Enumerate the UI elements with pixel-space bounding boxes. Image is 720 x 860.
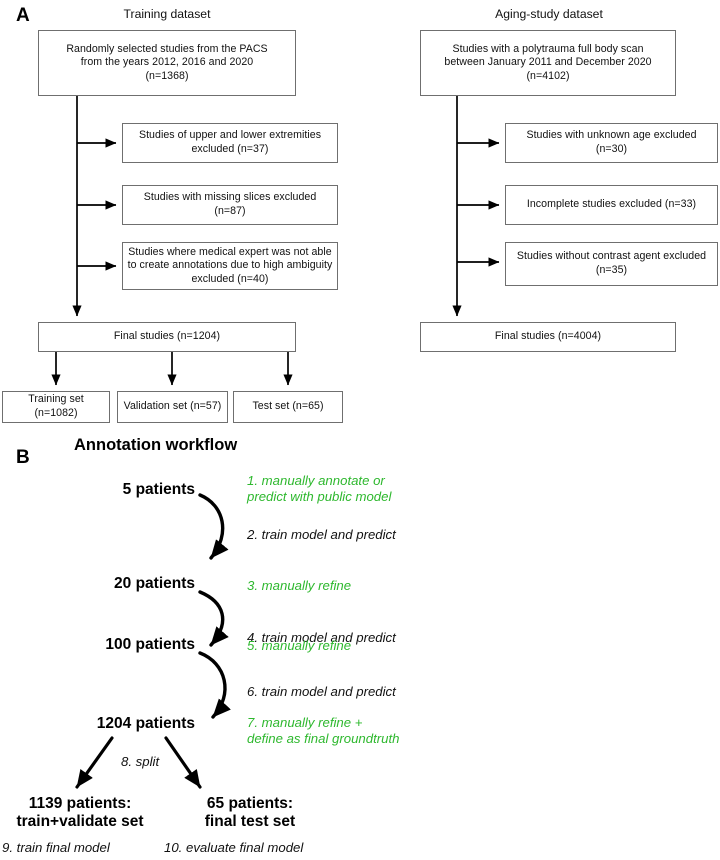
- split-box-test-set-text: Test set (n=65): [252, 400, 324, 413]
- curve-arrow-20-to-100: [198, 590, 229, 647]
- workflow-node-100-patients: 100 patients: [105, 636, 195, 653]
- workflow-step-6: 6. train model and predict: [247, 684, 396, 699]
- column-title-training-dataset: Training dataset: [123, 7, 211, 21]
- workflow-node-train-validate-set: 1139 patients: train+validate set: [16, 795, 144, 830]
- workflow-node-20-patients: 20 patients: [114, 575, 195, 592]
- exclusion-box-aging-1: Studies with unknown age excluded (n=30): [505, 123, 718, 163]
- annotation-workflow-title: Annotation workflow: [74, 436, 238, 454]
- workflow-node-5-patients: 5 patients: [122, 481, 195, 498]
- source-box-training-text: Randomly selected studies from the PACS …: [66, 42, 268, 82]
- exclusion-box-aging-3: Studies without contrast agent excluded …: [505, 242, 718, 286]
- exclusion-box-training-2: Studies with missing slices excluded (n=…: [122, 185, 338, 225]
- source-box-training: Randomly selected studies from the PACS …: [38, 30, 296, 96]
- exclusion-box-training-3-text: Studies where medical expert was not abl…: [127, 245, 333, 285]
- workflow-step-2: 2. train model and predict: [247, 527, 396, 542]
- panel-letter-a: A: [16, 5, 30, 26]
- exclusion-box-aging-2-text: Incomplete studies excluded (n=33): [526, 198, 697, 211]
- final-box-training: Final studies (n=1204): [38, 322, 296, 352]
- split-box-validation-set-text: Validation set (n=57): [123, 400, 222, 413]
- source-box-aging-text: Studies with a polytrauma full body scan…: [444, 42, 652, 82]
- exclusion-box-training-2-text: Studies with missing slices excluded (n=…: [143, 191, 317, 217]
- exclusion-box-aging-1-text: Studies with unknown age excluded (n=30): [526, 129, 697, 155]
- column-title-aging-study-dataset: Aging-study dataset: [495, 7, 603, 21]
- workflow-step-7: 7. manually refine + define as final gro…: [247, 715, 400, 746]
- final-box-aging: Final studies (n=4004): [420, 322, 676, 352]
- workflow-step-8: 8. split: [121, 754, 160, 769]
- split-box-test-set: Test set (n=65): [233, 391, 343, 423]
- workflow-step-9: 9. train final model: [2, 840, 110, 855]
- workflow-step-5: 5. manually refine: [247, 638, 352, 653]
- curve-arrow-5-to-20: [198, 493, 229, 560]
- final-box-training-text: Final studies (n=1204): [113, 330, 221, 343]
- figure-root: A Training dataset Aging-study dataset R…: [0, 0, 720, 860]
- workflow-node-final-test-set: 65 patients: final test set: [204, 795, 296, 830]
- split-box-training-set-text: Training set (n=1082): [28, 393, 84, 419]
- exclusion-box-training-1-text: Studies of upper and lower extremities e…: [138, 129, 322, 155]
- panel-b-curved-arrows: [198, 493, 231, 719]
- split-box-validation-set: Validation set (n=57): [117, 391, 228, 423]
- panel-a-right-connectors: [452, 96, 500, 317]
- split-box-training-set: Training set (n=1082): [2, 391, 110, 423]
- workflow-step-10: 10. evaluate final model: [164, 840, 304, 855]
- exclusion-box-aging-3-text: Studies without contrast agent excluded …: [516, 250, 707, 276]
- workflow-step-3: 3. manually refine: [247, 578, 352, 593]
- workflow-step-1: 1. manually annotate or predict with pub…: [247, 473, 392, 504]
- split-arrow-left: [75, 736, 114, 789]
- exclusion-box-aging-2: Incomplete studies excluded (n=33): [505, 185, 718, 225]
- exclusion-box-training-3: Studies where medical expert was not abl…: [122, 242, 338, 290]
- workflow-node-1204-patients: 1204 patients: [96, 715, 195, 732]
- curve-arrow-100-to-1204: [198, 651, 231, 719]
- source-box-aging: Studies with a polytrauma full body scan…: [420, 30, 676, 96]
- panel-letter-b: B: [16, 447, 30, 468]
- final-box-aging-text: Final studies (n=4004): [494, 330, 602, 343]
- exclusion-box-training-1: Studies of upper and lower extremities e…: [122, 123, 338, 163]
